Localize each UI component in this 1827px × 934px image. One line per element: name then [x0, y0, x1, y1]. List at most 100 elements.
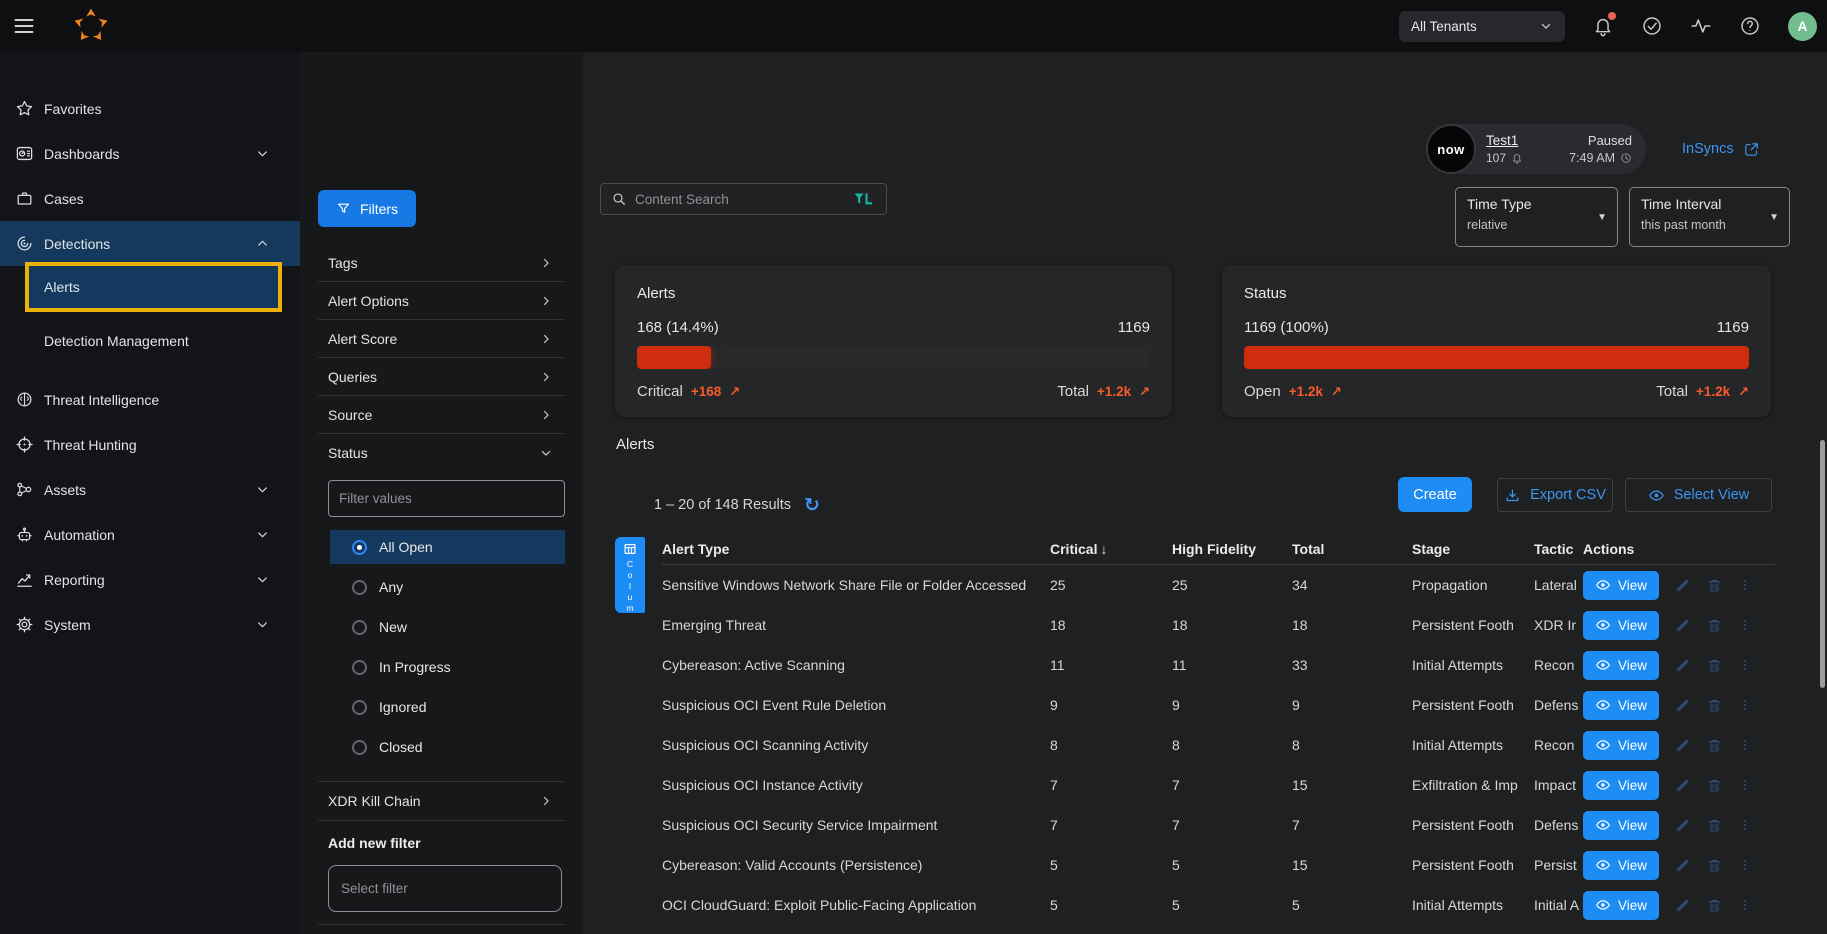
- sidebar-item-assets[interactable]: Assets: [0, 467, 300, 512]
- filter-group-status[interactable]: Status: [318, 434, 565, 472]
- filter-group-alert-score[interactable]: Alert Score: [318, 320, 565, 358]
- sidebar-item-detections[interactable]: Detections: [0, 221, 300, 266]
- filter-group-queries[interactable]: Queries: [318, 358, 565, 396]
- view-button[interactable]: View: [1583, 611, 1659, 640]
- sidebar-item-reporting[interactable]: Reporting: [0, 557, 300, 602]
- sidebar-item-threat-intelligence[interactable]: Threat Intelligence: [0, 377, 300, 422]
- time-type-dropdown[interactable]: Time Type relative ▼: [1455, 187, 1618, 247]
- cell-alert-type[interactable]: OCI CloudGuard: Exploit Public-Facing Ap…: [662, 897, 1050, 913]
- edit-pencil-icon[interactable]: [1674, 697, 1691, 714]
- edit-pencil-icon[interactable]: [1674, 817, 1691, 834]
- view-button[interactable]: View: [1583, 891, 1659, 920]
- filter-group-source[interactable]: Source: [318, 396, 565, 434]
- view-button[interactable]: View: [1583, 731, 1659, 760]
- sidebar-item-dashboards[interactable]: Dashboards: [0, 131, 300, 176]
- filter-group-alert-options[interactable]: Alert Options: [318, 282, 565, 320]
- time-interval-dropdown[interactable]: Time Interval this past month ▼: [1629, 187, 1790, 247]
- columns-tab[interactable]: Columns: [615, 537, 645, 613]
- cell-alert-type[interactable]: Cybereason: Valid Accounts (Persistence): [662, 857, 1050, 873]
- more-options-kebab-icon[interactable]: [1738, 617, 1752, 633]
- help-icon[interactable]: [1739, 15, 1761, 37]
- vertical-scrollbar[interactable]: [1820, 440, 1825, 688]
- tasks-check-icon[interactable]: [1641, 15, 1663, 37]
- edit-pencil-icon[interactable]: [1674, 737, 1691, 754]
- lucene-filter-icon[interactable]: [852, 191, 876, 208]
- column-header-alert-type[interactable]: Alert Type: [662, 541, 1050, 557]
- delete-trash-icon[interactable]: [1706, 617, 1723, 634]
- cell-alert-type[interactable]: Cybereason: Active Scanning: [662, 657, 1050, 673]
- edit-pencil-icon[interactable]: [1674, 617, 1691, 634]
- sidebar-item-alerts[interactable]: Alerts: [29, 266, 278, 308]
- more-options-kebab-icon[interactable]: [1738, 897, 1752, 913]
- tenant-selector[interactable]: All Tenants: [1399, 11, 1565, 42]
- sidebar-item-detection-management[interactable]: Detection Management: [0, 319, 300, 363]
- refresh-icon[interactable]: ↻: [804, 496, 820, 515]
- column-header-total[interactable]: Total: [1292, 541, 1412, 557]
- column-header-tactic[interactable]: Tactic: [1534, 541, 1583, 557]
- view-button[interactable]: View: [1583, 771, 1659, 800]
- delete-trash-icon[interactable]: [1706, 857, 1723, 874]
- select-filter-input[interactable]: [328, 865, 562, 912]
- more-options-kebab-icon[interactable]: [1738, 577, 1752, 593]
- sidebar-item-favorites[interactable]: Favorites: [0, 86, 300, 131]
- cell-alert-type[interactable]: Sensitive Windows Network Share File or …: [662, 577, 1050, 593]
- edit-pencil-icon[interactable]: [1674, 577, 1691, 594]
- delete-trash-icon[interactable]: [1706, 657, 1723, 674]
- sidebar-item-threat-hunting[interactable]: Threat Hunting: [0, 422, 300, 467]
- column-header-critical[interactable]: Critical↓: [1050, 541, 1172, 557]
- edit-pencil-icon[interactable]: [1674, 857, 1691, 874]
- cell-alert-type[interactable]: Suspicious OCI Scanning Activity: [662, 737, 1050, 753]
- tenant-name-link[interactable]: Test1: [1486, 133, 1523, 148]
- filter-group-tags[interactable]: Tags: [318, 244, 565, 282]
- column-header-actions[interactable]: Actions: [1583, 541, 1775, 557]
- filters-button[interactable]: Filters: [318, 190, 416, 227]
- hamburger-menu-icon[interactable]: [12, 14, 36, 38]
- delete-trash-icon[interactable]: [1706, 737, 1723, 754]
- insyncs-link[interactable]: InSyncs: [1682, 137, 1760, 161]
- select-view-button[interactable]: Select View: [1625, 478, 1772, 512]
- sensor-status-widget[interactable]: now Test1 107 Paused 7:49 AM: [1426, 124, 1646, 174]
- cell-alert-type[interactable]: Suspicious OCI Instance Activity: [662, 777, 1050, 793]
- column-header-high-fidelity[interactable]: High Fidelity: [1172, 541, 1292, 557]
- view-button[interactable]: View: [1583, 811, 1659, 840]
- sidebar-item-system[interactable]: System: [0, 602, 300, 647]
- status-option-all-open[interactable]: All Open: [330, 530, 565, 564]
- view-button[interactable]: View: [1583, 651, 1659, 680]
- view-button[interactable]: View: [1583, 691, 1659, 720]
- filter-group-xdr-kill-chain[interactable]: XDR Kill Chain: [318, 781, 565, 821]
- edit-pencil-icon[interactable]: [1674, 777, 1691, 794]
- delete-trash-icon[interactable]: [1706, 777, 1723, 794]
- cell-alert-type[interactable]: Suspicious OCI Event Rule Deletion: [662, 697, 1050, 713]
- delete-trash-icon[interactable]: [1706, 817, 1723, 834]
- status-option-new[interactable]: New: [330, 607, 565, 647]
- edit-pencil-icon[interactable]: [1674, 897, 1691, 914]
- user-avatar[interactable]: A: [1788, 12, 1817, 41]
- export-csv-button[interactable]: Export CSV: [1497, 478, 1613, 512]
- cell-alert-type[interactable]: Emerging Threat: [662, 617, 1050, 633]
- status-option-closed[interactable]: Closed: [330, 727, 565, 767]
- edit-pencil-icon[interactable]: [1674, 657, 1691, 674]
- cell-alert-type[interactable]: Suspicious OCI Security Service Impairme…: [662, 817, 1050, 833]
- status-option-any[interactable]: Any: [330, 567, 565, 607]
- activity-pulse-icon[interactable]: [1690, 15, 1712, 37]
- create-button[interactable]: Create: [1398, 477, 1472, 512]
- view-button[interactable]: View: [1583, 851, 1659, 880]
- status-option-ignored[interactable]: Ignored: [330, 687, 565, 727]
- sidebar-item-automation[interactable]: Automation: [0, 512, 300, 557]
- view-button[interactable]: View: [1583, 571, 1659, 600]
- more-options-kebab-icon[interactable]: [1738, 737, 1752, 753]
- delete-trash-icon[interactable]: [1706, 697, 1723, 714]
- delete-trash-icon[interactable]: [1706, 897, 1723, 914]
- more-options-kebab-icon[interactable]: [1738, 817, 1752, 833]
- status-option-in-progress[interactable]: In Progress: [330, 647, 565, 687]
- more-options-kebab-icon[interactable]: [1738, 697, 1752, 713]
- more-options-kebab-icon[interactable]: [1738, 657, 1752, 673]
- delete-trash-icon[interactable]: [1706, 577, 1723, 594]
- sidebar-item-cases[interactable]: Cases: [0, 176, 300, 221]
- content-search-input[interactable]: [635, 192, 844, 207]
- column-header-stage[interactable]: Stage: [1412, 541, 1534, 557]
- notifications-bell-icon[interactable]: [1592, 15, 1614, 37]
- more-options-kebab-icon[interactable]: [1738, 777, 1752, 793]
- more-options-kebab-icon[interactable]: [1738, 857, 1752, 873]
- filter-values-input[interactable]: [328, 480, 565, 517]
